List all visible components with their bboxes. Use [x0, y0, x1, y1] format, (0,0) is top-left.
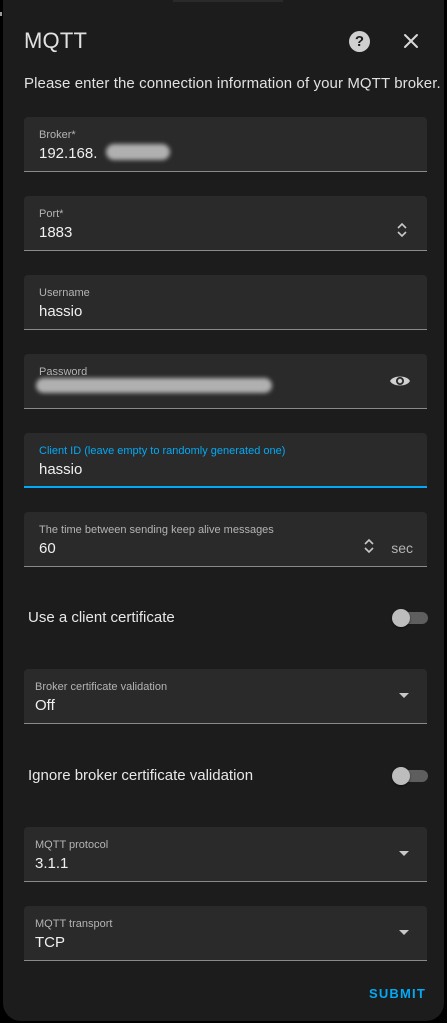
broker-label: Broker* — [39, 129, 76, 141]
port-stepper-icon[interactable] — [395, 221, 409, 239]
protocol-label: MQTT protocol — [35, 839, 109, 851]
submit-button[interactable]: SUBMIT — [369, 986, 426, 1001]
broker-value: 192.168. — [39, 145, 98, 162]
client-cert-row: Use a client certificate — [28, 603, 428, 633]
transport-select[interactable]: MQTT transport TCP — [24, 906, 427, 961]
close-icon[interactable] — [400, 30, 422, 52]
dialog-title: MQTT — [24, 28, 88, 53]
ignore-validation-row: Ignore broker certificate validation — [28, 761, 428, 791]
transport-label: MQTT transport — [35, 918, 113, 930]
cert-validation-value: Off — [35, 697, 55, 714]
help-icon[interactable]: ? — [349, 31, 370, 52]
mqtt-config-dialog: MQTT ? Please enter the connection infor… — [3, 0, 444, 1021]
dropdown-arrow-icon[interactable] — [399, 693, 409, 698]
redacted-broker-address — [106, 144, 170, 160]
keepalive-label: The time between sending keep alive mess… — [39, 524, 274, 536]
cert-validation-select[interactable]: Broker certificate validation Off — [24, 669, 427, 724]
port-label: Port* — [39, 208, 64, 220]
client-cert-toggle[interactable] — [392, 609, 428, 627]
username-value: hassio — [39, 303, 83, 320]
corner-mark — [0, 12, 2, 16]
ignore-validation-label: Ignore broker certificate validation — [28, 767, 254, 784]
eye-icon[interactable] — [389, 373, 411, 389]
client-cert-label: Use a client certificate — [28, 609, 175, 626]
keepalive-stepper-icon[interactable] — [362, 537, 376, 555]
dialog-description: Please enter the connection information … — [24, 75, 441, 92]
port-field[interactable]: Port* 1883 — [24, 196, 427, 251]
client-id-label: Client ID (leave empty to randomly gener… — [39, 445, 286, 457]
toggle-knob — [392, 767, 410, 785]
ignore-validation-toggle[interactable] — [392, 767, 428, 785]
keepalive-value: 60 — [39, 540, 56, 557]
protocol-value: 3.1.1 — [35, 855, 69, 872]
transport-value: TCP — [35, 934, 65, 951]
cert-validation-label: Broker certificate validation — [35, 681, 168, 693]
password-field[interactable]: Password — [24, 354, 427, 409]
keepalive-field[interactable]: The time between sending keep alive mess… — [24, 512, 427, 567]
redacted-password — [36, 378, 272, 393]
username-field[interactable]: Username hassio — [24, 275, 427, 330]
keepalive-unit: sec — [391, 540, 413, 556]
top-notch — [173, 0, 283, 2]
port-value: 1883 — [39, 224, 73, 241]
dropdown-arrow-icon[interactable] — [399, 851, 409, 856]
dropdown-arrow-icon[interactable] — [399, 930, 409, 935]
protocol-select[interactable]: MQTT protocol 3.1.1 — [24, 827, 427, 882]
username-label: Username — [39, 287, 90, 299]
toggle-knob — [392, 609, 410, 627]
client-id-field[interactable]: Client ID (leave empty to randomly gener… — [24, 433, 427, 488]
client-id-value: hassio — [39, 461, 83, 478]
password-label: Password — [39, 366, 88, 378]
broker-field[interactable]: Broker* 192.168. — [24, 117, 427, 172]
